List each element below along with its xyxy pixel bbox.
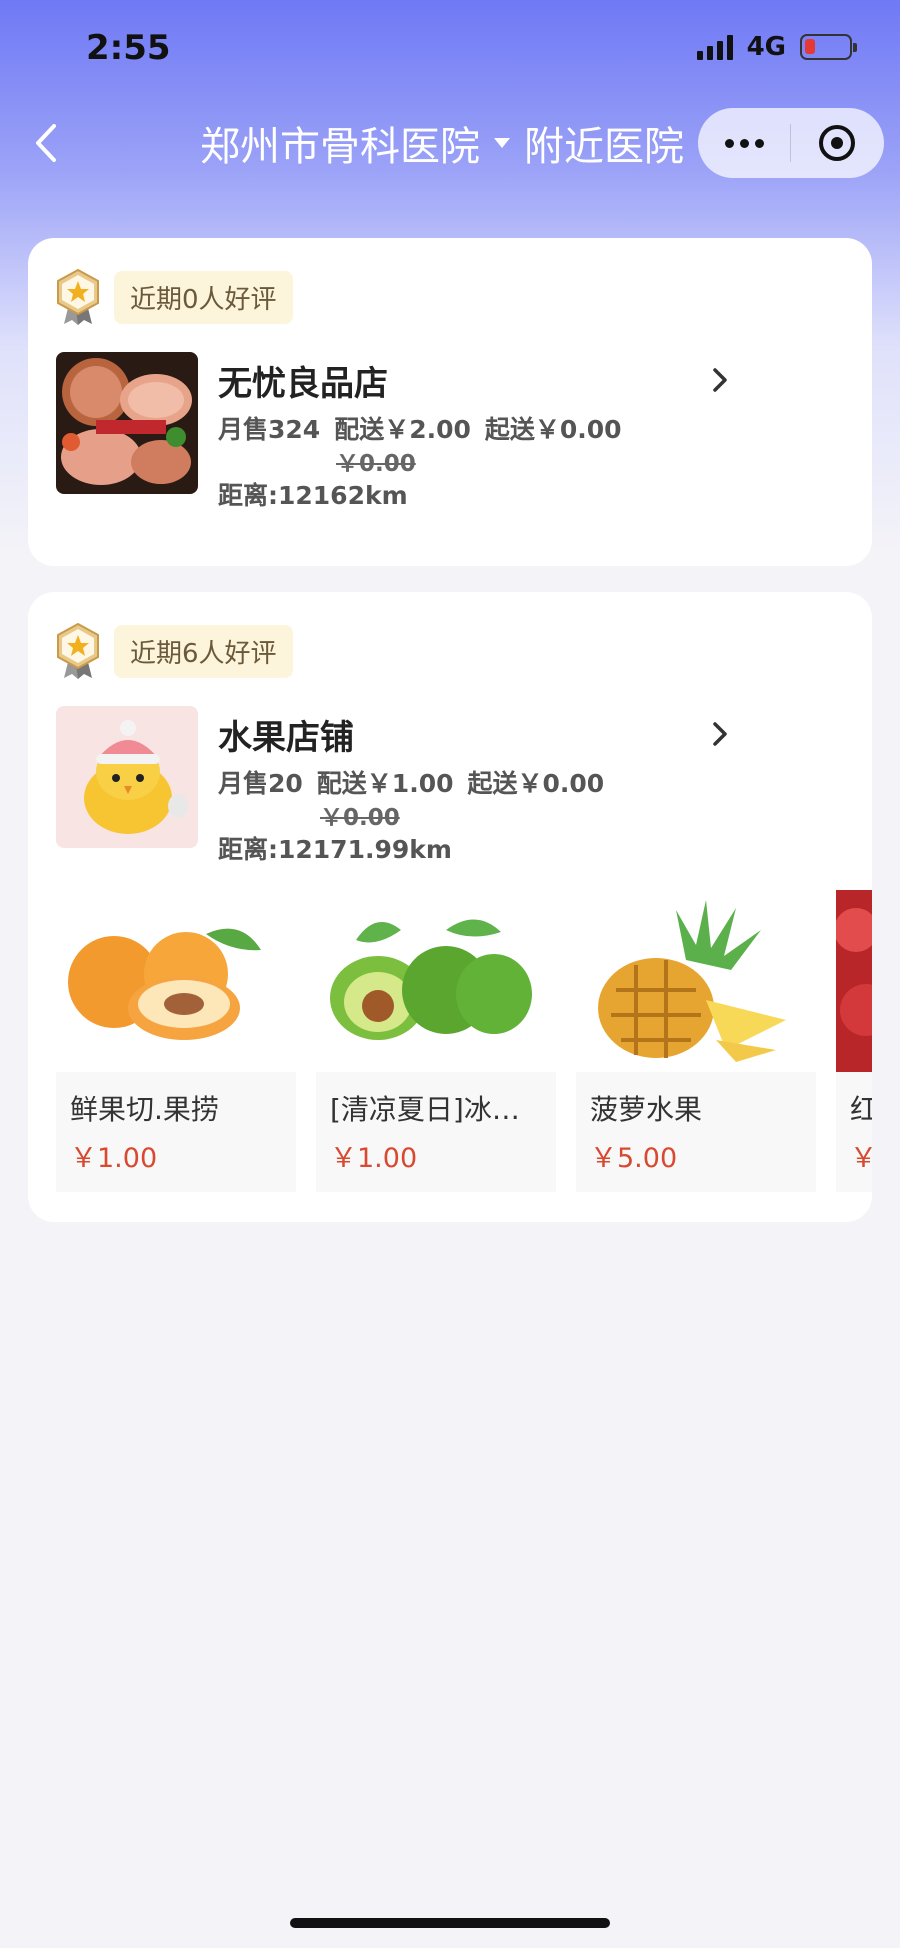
product-price: ￥1.00 [70, 1143, 158, 1174]
caret-down-icon [494, 138, 510, 148]
delivery-fee: 配送￥2.00 [334, 415, 471, 444]
original-delivery-fee: ￥0.00 [336, 451, 416, 477]
product-name: 红 [850, 1093, 872, 1126]
target-icon [819, 125, 855, 161]
product-card[interactable]: [清凉夏日]冰… ￥1.00 [316, 890, 556, 1192]
delivery-fee: 配送￥1.00 [316, 769, 454, 798]
chevron-right-icon[interactable] [708, 364, 732, 396]
network-type: 4G [746, 32, 786, 62]
back-icon[interactable] [28, 118, 68, 168]
product-info: 鲜果切.果捞 ￥1.00 [56, 1072, 296, 1192]
title-suffix: 附近医院 [524, 124, 684, 170]
store-metrics: 月售324 配送￥2.00 起送￥0.00 [218, 410, 622, 446]
battery-icon [800, 34, 857, 60]
product-card[interactable]: 菠萝水果 ￥5.00 [576, 890, 816, 1192]
store-thumbnail[interactable] [56, 706, 198, 848]
store-metrics: 月售20 配送￥1.00 起送￥0.00 [218, 764, 604, 800]
peach-image [56, 890, 296, 1072]
monthly-sales: 月售20 [218, 769, 303, 798]
page-title[interactable]: 郑州市骨科医院 附近医院 [200, 114, 700, 172]
product-info: [清凉夏日]冰… ￥1.00 [316, 1072, 556, 1192]
min-order: 起送￥0.00 [484, 415, 622, 444]
avocado-image [316, 890, 556, 1072]
store-card[interactable]: 近期6人好评 水果店铺 月售20 配送￥1.00 起送￥0.00 ￥0.00 距… [28, 592, 872, 1222]
product-name: [清凉夏日]冰… [330, 1093, 520, 1126]
store-thumbnail[interactable] [56, 352, 198, 494]
pineapple-image [576, 890, 816, 1072]
location-label: 郑州市骨科医院 [200, 124, 480, 170]
store-distance: 距离:12162km [218, 481, 408, 510]
status-indicators: 4G [696, 32, 857, 62]
product-price: ￥1.00 [330, 1143, 418, 1174]
product-name: 鲜果切.果捞 [70, 1093, 219, 1126]
monthly-sales: 月售324 [218, 415, 321, 444]
product-price: ￥5.00 [590, 1143, 678, 1174]
more-icon[interactable] [698, 138, 790, 148]
review-badge-row: 近期6人好评 [54, 622, 293, 680]
review-tag: 近期0人好评 [114, 270, 293, 324]
home-indicator[interactable] [290, 1918, 610, 1928]
close-miniprogram-button[interactable] [791, 125, 883, 161]
product-name: 菠萝水果 [590, 1093, 703, 1126]
chick-image [56, 706, 198, 848]
product-card[interactable]: 红 ￥ [834, 890, 872, 1192]
store-card[interactable]: 近期0人好评 无忧良品店 月售324 配送￥2.00 起送￥0.00 ￥0.00… [28, 238, 872, 566]
review-tag: 近期6人好评 [114, 624, 293, 678]
product-carousel[interactable]: 鲜果切.果捞 ￥1.00 [清凉夏日]冰… ￥1.00 菠萝水果 ￥5.00 红… [56, 890, 872, 1192]
medal-icon [57, 622, 99, 679]
review-badge-row: 近期0人好评 [54, 268, 293, 326]
medal-icon [57, 268, 99, 325]
miniprogram-capsule [698, 108, 884, 178]
status-time: 2:55 [86, 28, 171, 68]
meat-image [56, 352, 198, 494]
product-price: ￥ [850, 1143, 872, 1174]
chevron-right-icon[interactable] [708, 718, 732, 750]
original-delivery-fee: ￥0.00 [320, 805, 400, 831]
store-name[interactable]: 水果店铺 [218, 710, 354, 759]
min-order: 起送￥0.00 [467, 769, 605, 798]
product-info: 红 ￥ [836, 1072, 872, 1192]
product-card[interactable]: 鲜果切.果捞 ￥1.00 [56, 890, 296, 1192]
product-info: 菠萝水果 ￥5.00 [576, 1072, 816, 1192]
red-fruit-image [834, 890, 872, 1072]
store-distance: 距离:12171.99km [218, 835, 452, 864]
signal-icon [696, 34, 733, 60]
store-name[interactable]: 无忧良品店 [218, 356, 388, 405]
